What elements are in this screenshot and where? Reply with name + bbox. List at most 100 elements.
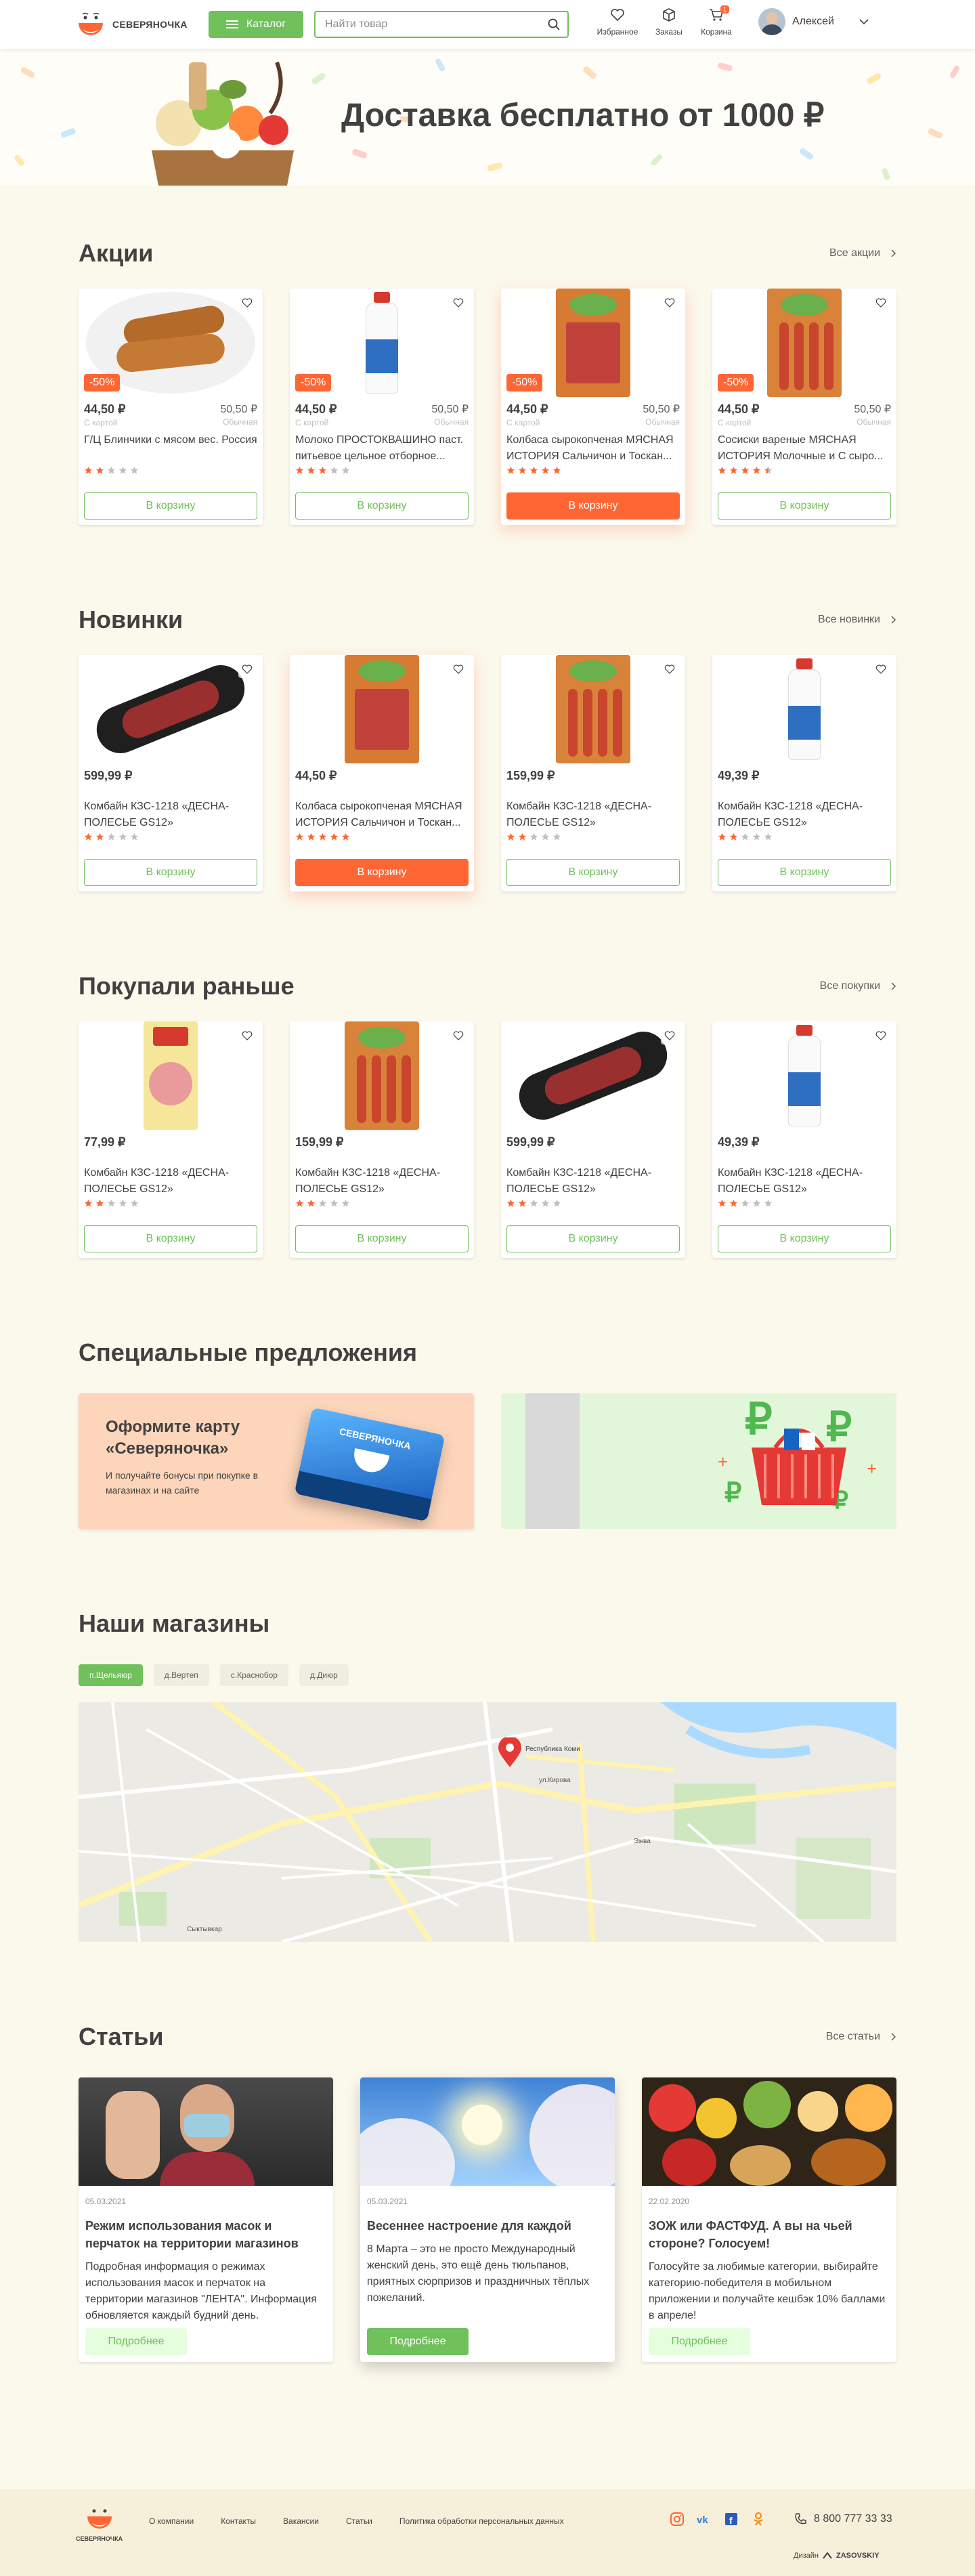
favorite-button[interactable] <box>450 294 467 312</box>
logo[interactable]: СЕВЕРЯНОЧКА <box>76 9 188 39</box>
product-card[interactable]: -50% 44,50 ₽ С картой 50,50 ₽ Обычная Г/Ц Бли… <box>79 289 263 525</box>
article-card[interactable]: 05.03.2021 Режим использования масок и п… <box>79 2077 333 2362</box>
footer-link-vacancies[interactable]: Вакансии <box>283 2516 319 2526</box>
product-card[interactable]: 77,99 ₽ Комбайн КЗС-1218 «ДЕСНА-ПОЛЕСЬЕ G… <box>79 1021 263 1258</box>
product-card[interactable]: 159,99 ₽ Комбайн КЗС-1218 «ДЕСНА-ПОЛЕСЬЕ … <box>290 1021 474 1258</box>
star-icon <box>752 466 761 474</box>
studio-logo-icon <box>823 2552 832 2559</box>
product-card[interactable]: -50% 44,50 ₽ С картой 50,50 ₽ Обычная Сосиски… <box>712 289 896 525</box>
search-input[interactable] <box>316 12 532 37</box>
all-promo-link[interactable]: Все акции <box>829 247 896 259</box>
product-card[interactable]: -50% 44,50 ₽ С картой 50,50 ₽ Обычная Колбаса… <box>501 289 685 525</box>
favorite-button[interactable] <box>872 1027 890 1044</box>
favorite-button[interactable] <box>872 294 890 312</box>
add-to-cart-button[interactable]: В корзину <box>84 492 257 520</box>
product-card[interactable]: 599,99 ₽ Комбайн КЗС-1218 «ДЕСНА-ПОЛЕСЬЕ … <box>501 1021 685 1258</box>
footer-logo[interactable]: СЕВЕРЯНОЧКА <box>76 2503 123 2542</box>
delivery-banner[interactable]: Доставка бесплатно от 1000 ₽ <box>0 49 975 186</box>
map-pin-icon[interactable] <box>498 1737 521 1767</box>
article-title: Весеннее настроение для каждой <box>367 2219 571 2233</box>
read-more-button[interactable]: Подробнее <box>85 2328 187 2355</box>
footer-link-about[interactable]: О компании <box>149 2516 194 2526</box>
add-to-cart-button[interactable]: В корзину <box>84 859 257 886</box>
orders-link[interactable]: Заказы <box>645 7 693 37</box>
bonus-offer[interactable]: ₽ ₽ ₽ ₽ + + <box>501 1393 896 1529</box>
product-price: 44,50 ₽ <box>506 402 548 416</box>
add-to-cart-button[interactable]: В корзину <box>295 1225 469 1252</box>
add-to-cart-button[interactable]: В корзину <box>718 492 891 520</box>
star-icon <box>729 832 738 841</box>
add-to-cart-button[interactable]: В корзину <box>295 859 469 886</box>
search-icon[interactable] <box>547 18 561 31</box>
article-card[interactable]: 05.03.2021 Весеннее настроение для каждо… <box>360 2077 615 2362</box>
star-icon <box>541 1199 550 1207</box>
favorites-link[interactable]: Избранное <box>593 7 642 37</box>
footer-link-articles[interactable]: Статьи <box>346 2516 372 2526</box>
product-image <box>501 1021 685 1130</box>
all-bought-link[interactable]: Все покупки <box>820 980 896 992</box>
instagram-icon[interactable] <box>669 2511 685 2527</box>
product-card[interactable]: 49,39 ₽ Комбайн КЗС-1218 «ДЕСНА-ПОЛЕСЬЕ G… <box>712 1021 896 1258</box>
card-forest <box>294 1471 432 1522</box>
all-articles-link[interactable]: Все статьи <box>826 2031 896 2043</box>
shop-tab-shelyayur[interactable]: п.Щельяюр <box>79 1664 143 1686</box>
article-card[interactable]: 22.02.2020 ЗОЖ или ФАСТФУД. А вы на чьей… <box>642 2077 896 2362</box>
read-more-button[interactable]: Подробнее <box>649 2328 750 2355</box>
footer-link-privacy[interactable]: Политика обработки персональных данных <box>399 2516 564 2526</box>
phone-contact[interactable]: 8 800 777 33 33 <box>794 2512 892 2526</box>
user-menu[interactable]: Алексей <box>758 8 869 35</box>
star-icon <box>307 466 316 474</box>
add-to-cart-button[interactable]: В корзину <box>718 859 891 886</box>
favorite-button[interactable] <box>661 294 678 312</box>
loyalty-card-title: Оформите карту «Северяночка» <box>106 1418 240 1458</box>
loyalty-card-offer[interactable]: Оформите карту «Северяночка» И получайте… <box>79 1393 474 1529</box>
design-credit[interactable]: Дизайн ZASOVSKIY <box>794 2552 880 2560</box>
old-price: 50,50 ₽ <box>643 404 680 415</box>
footer-link-contacts[interactable]: Контакты <box>221 2516 256 2526</box>
add-to-cart-button[interactable]: В корзину <box>84 1225 257 1252</box>
star-icon <box>107 1199 116 1207</box>
vk-icon[interactable]: vk <box>696 2511 712 2527</box>
add-to-cart-button[interactable]: В корзину <box>506 859 680 886</box>
all-new-link[interactable]: Все новинки <box>818 614 896 626</box>
chevron-right-icon <box>891 616 896 624</box>
favorite-button[interactable] <box>661 660 678 678</box>
star-icon <box>752 1199 761 1207</box>
favorites-label: Избранное <box>597 27 638 37</box>
favorite-button[interactable] <box>238 660 256 678</box>
favorite-button[interactable] <box>661 1027 678 1044</box>
heart-icon <box>664 298 675 308</box>
product-card[interactable]: 44,50 ₽ Колбаса сырокопченая МЯСНАЯ ИСТОР… <box>290 655 474 891</box>
catalog-button[interactable]: Каталог <box>209 11 303 38</box>
product-name: Комбайн КЗС-1218 «ДЕСНА-ПОЛЕСЬЕ GS12» <box>506 1167 652 1195</box>
shop-tab-vertep[interactable]: д.Вертеп <box>153 1664 209 1686</box>
cart-link[interactable]: 1 Корзина <box>692 5 741 37</box>
heart-icon <box>242 1031 253 1040</box>
read-more-button[interactable]: Подробнее <box>367 2328 469 2355</box>
product-card[interactable]: 159,99 ₽ Комбайн КЗС-1218 «ДЕСНА-ПОЛЕСЬЕ … <box>501 655 685 891</box>
facebook-icon[interactable]: f <box>723 2511 739 2527</box>
add-to-cart-button[interactable]: В корзину <box>506 492 680 520</box>
product-rating <box>712 466 896 475</box>
favorite-button[interactable] <box>450 660 467 678</box>
product-card[interactable]: 49,39 ₽ Комбайн КЗС-1218 «ДЕСНА-ПОЛЕСЬЕ G… <box>712 655 896 891</box>
shop-tab-krasnobor[interactable]: с.Краснобор <box>219 1664 288 1686</box>
favorite-button[interactable] <box>872 660 890 678</box>
favorite-button[interactable] <box>450 1027 467 1044</box>
cart-label: Корзина <box>701 27 732 37</box>
avatar <box>758 8 785 35</box>
shop-tab-diyur[interactable]: д.Диюр <box>299 1664 349 1686</box>
product-card[interactable]: -50% 44,50 ₽ С картой 50,50 ₽ Обычная Молоко … <box>290 289 474 525</box>
star-icon <box>84 832 93 841</box>
add-to-cart-button[interactable]: В корзину <box>718 1225 891 1252</box>
odnoklassniki-icon[interactable] <box>750 2511 766 2527</box>
add-to-cart-button[interactable]: В корзину <box>295 492 469 520</box>
favorite-button[interactable] <box>238 1027 256 1044</box>
shops-map[interactable]: Республика Коми Сыктывкар ул.Кирова Эжва <box>79 1702 896 1942</box>
product-card[interactable]: 599,99 ₽ Комбайн КЗС-1218 «ДЕСНА-ПОЛЕСЬЕ … <box>79 655 263 891</box>
special-title: Специальные предложения <box>79 1338 418 1366</box>
favorite-button[interactable] <box>238 294 256 312</box>
article-image-food <box>642 2077 896 2186</box>
site-footer: СЕВЕРЯНОЧКА О компании Контакты Вакансии… <box>0 2489 975 2576</box>
add-to-cart-button[interactable]: В корзину <box>506 1225 680 1252</box>
